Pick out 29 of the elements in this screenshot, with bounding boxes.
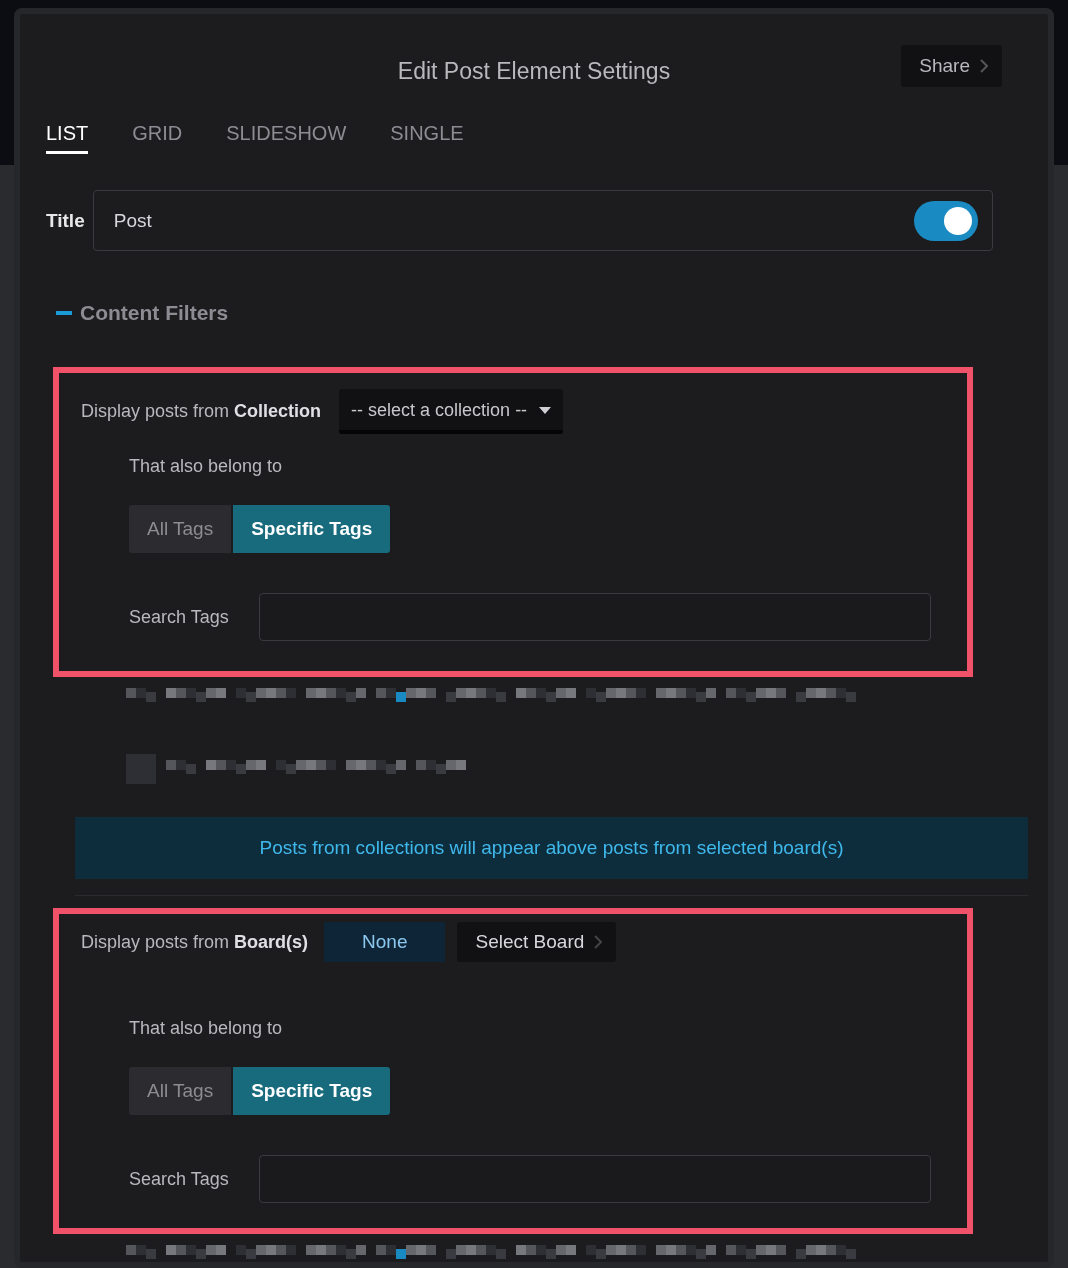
field-label: Search Tags: [129, 606, 229, 628]
tag-option[interactable]: Specific Tags: [233, 1067, 391, 1115]
search-tags-field[interactable]: [258, 593, 931, 641]
section-label: That also belong to: [129, 1018, 284, 1039]
chevron-right-icon: [980, 59, 988, 73]
section-heading[interactable]: Content Filters: [80, 301, 229, 325]
info-banner: Posts from collections will appear above posts from selected board(s): [75, 817, 1028, 879]
tag-option[interactable]: Specific Tags: [233, 505, 391, 553]
section-label: That also belong to: [129, 456, 284, 477]
filter-label: Display posts from Collection: [81, 401, 322, 422]
toggle-switch[interactable]: [913, 200, 978, 241]
none-button[interactable]: None: [324, 922, 446, 962]
tab[interactable]: LIST: [46, 122, 89, 154]
caret-icon: [539, 406, 552, 415]
tag-option[interactable]: All Tags: [129, 1067, 232, 1115]
chevron-right-icon: [594, 935, 603, 949]
field-label: Title: [46, 209, 85, 232]
search-tags-field[interactable]: [258, 1155, 931, 1203]
select-board-button[interactable]: Select Board: [457, 922, 617, 962]
title-field[interactable]: Post: [92, 190, 993, 251]
share-button[interactable]: Share: [901, 45, 1002, 87]
dialog-title: Edit Post Element Settings: [397, 58, 671, 85]
tag-option[interactable]: All Tags: [129, 505, 232, 553]
field-label: Search Tags: [129, 1168, 229, 1190]
tab[interactable]: GRID: [132, 122, 183, 154]
collection-dropdown[interactable]: -- select a collection --: [339, 389, 564, 434]
filter-label: Display posts from Board(s): [81, 931, 309, 953]
tab[interactable]: SLIDESHOW: [226, 122, 347, 154]
tab[interactable]: SINGLE: [390, 122, 464, 154]
